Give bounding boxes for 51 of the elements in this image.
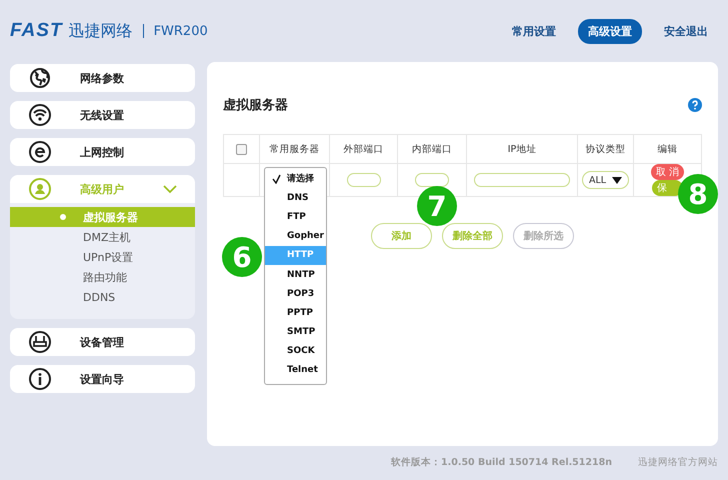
column-header: IP地址 — [466, 134, 578, 164]
dropdown-option[interactable]: Gopher — [265, 226, 326, 246]
submenu-item[interactable]: UPnP设置 — [10, 247, 195, 267]
text-field[interactable] — [415, 173, 449, 187]
wifi-icon — [28, 103, 52, 127]
nav-tab[interactable]: 高级设置 — [578, 18, 642, 44]
info-icon — [28, 367, 52, 391]
protocol-select[interactable]: ALL — [582, 171, 630, 189]
text-field[interactable] — [474, 173, 570, 187]
router-icon — [28, 330, 52, 354]
page-title: 虚拟服务器 — [223, 96, 288, 114]
globe-icon — [28, 66, 52, 90]
dropdown-option[interactable]: POP3 — [265, 284, 326, 304]
letter-e-icon — [28, 140, 52, 164]
sidebar-item[interactable]: 无线设置 — [10, 101, 195, 129]
dropdown-option[interactable]: SOCK — [265, 342, 326, 361]
submenu-item[interactable]: DMZ主机 — [10, 227, 195, 247]
dropdown-option[interactable]: PPTP — [265, 303, 326, 322]
dropdown-list[interactable]: 请选择 DNS FTP Gopher HTTP NNTP POP3 PPTP SMTP SOCK Telnet — [264, 167, 327, 386]
bullet-icon — [60, 214, 66, 220]
caret-icon — [612, 176, 622, 184]
submenu-item[interactable]: DDNS — [10, 287, 195, 307]
checkbox[interactable] — [236, 144, 247, 154]
nav-tab[interactable]: 安全退出 — [654, 18, 718, 44]
help-icon — [688, 98, 702, 112]
user-icon — [28, 177, 52, 201]
dropdown-option[interactable]: DNS — [265, 188, 326, 208]
text-field[interactable] — [346, 173, 380, 187]
column-header: 协议类型 — [578, 134, 634, 164]
dropdown-option[interactable]: SMTP — [265, 322, 326, 342]
column-header: 常用服务器 — [260, 134, 330, 164]
sidebar-item[interactable]: 设置向导 — [10, 365, 195, 393]
dropdown-option[interactable]: NNTP — [265, 264, 326, 284]
step-badge: 8 — [678, 174, 718, 214]
sidebar-item[interactable]: 设备管理 — [10, 328, 195, 356]
dropdown-option[interactable]: Telnet — [265, 360, 326, 380]
column-header: 编辑 — [634, 134, 702, 164]
sidebar-item[interactable]: 网络参数 — [10, 64, 195, 92]
column-header: 内部端口 — [398, 134, 466, 164]
dropdown-option[interactable]: FTP — [265, 207, 326, 227]
submenu-item[interactable]: 路由功能 — [10, 267, 195, 287]
chevron-icon — [163, 184, 177, 194]
model-name: FWR200 — [154, 24, 208, 38]
step-badge: 6 — [222, 237, 262, 277]
column-header: 外部端口 — [330, 134, 398, 164]
brand-name: 迅捷网络 — [68, 20, 133, 42]
step-badge: 7 — [417, 186, 457, 226]
version-text: 软件版本：1.0.50 Build 150714 Rel.51218n — [391, 456, 612, 469]
sidebar-item[interactable]: 上网控制 — [10, 138, 195, 166]
logo: FAST — [10, 20, 63, 42]
nav-tab[interactable]: 常用设置 — [502, 18, 566, 44]
